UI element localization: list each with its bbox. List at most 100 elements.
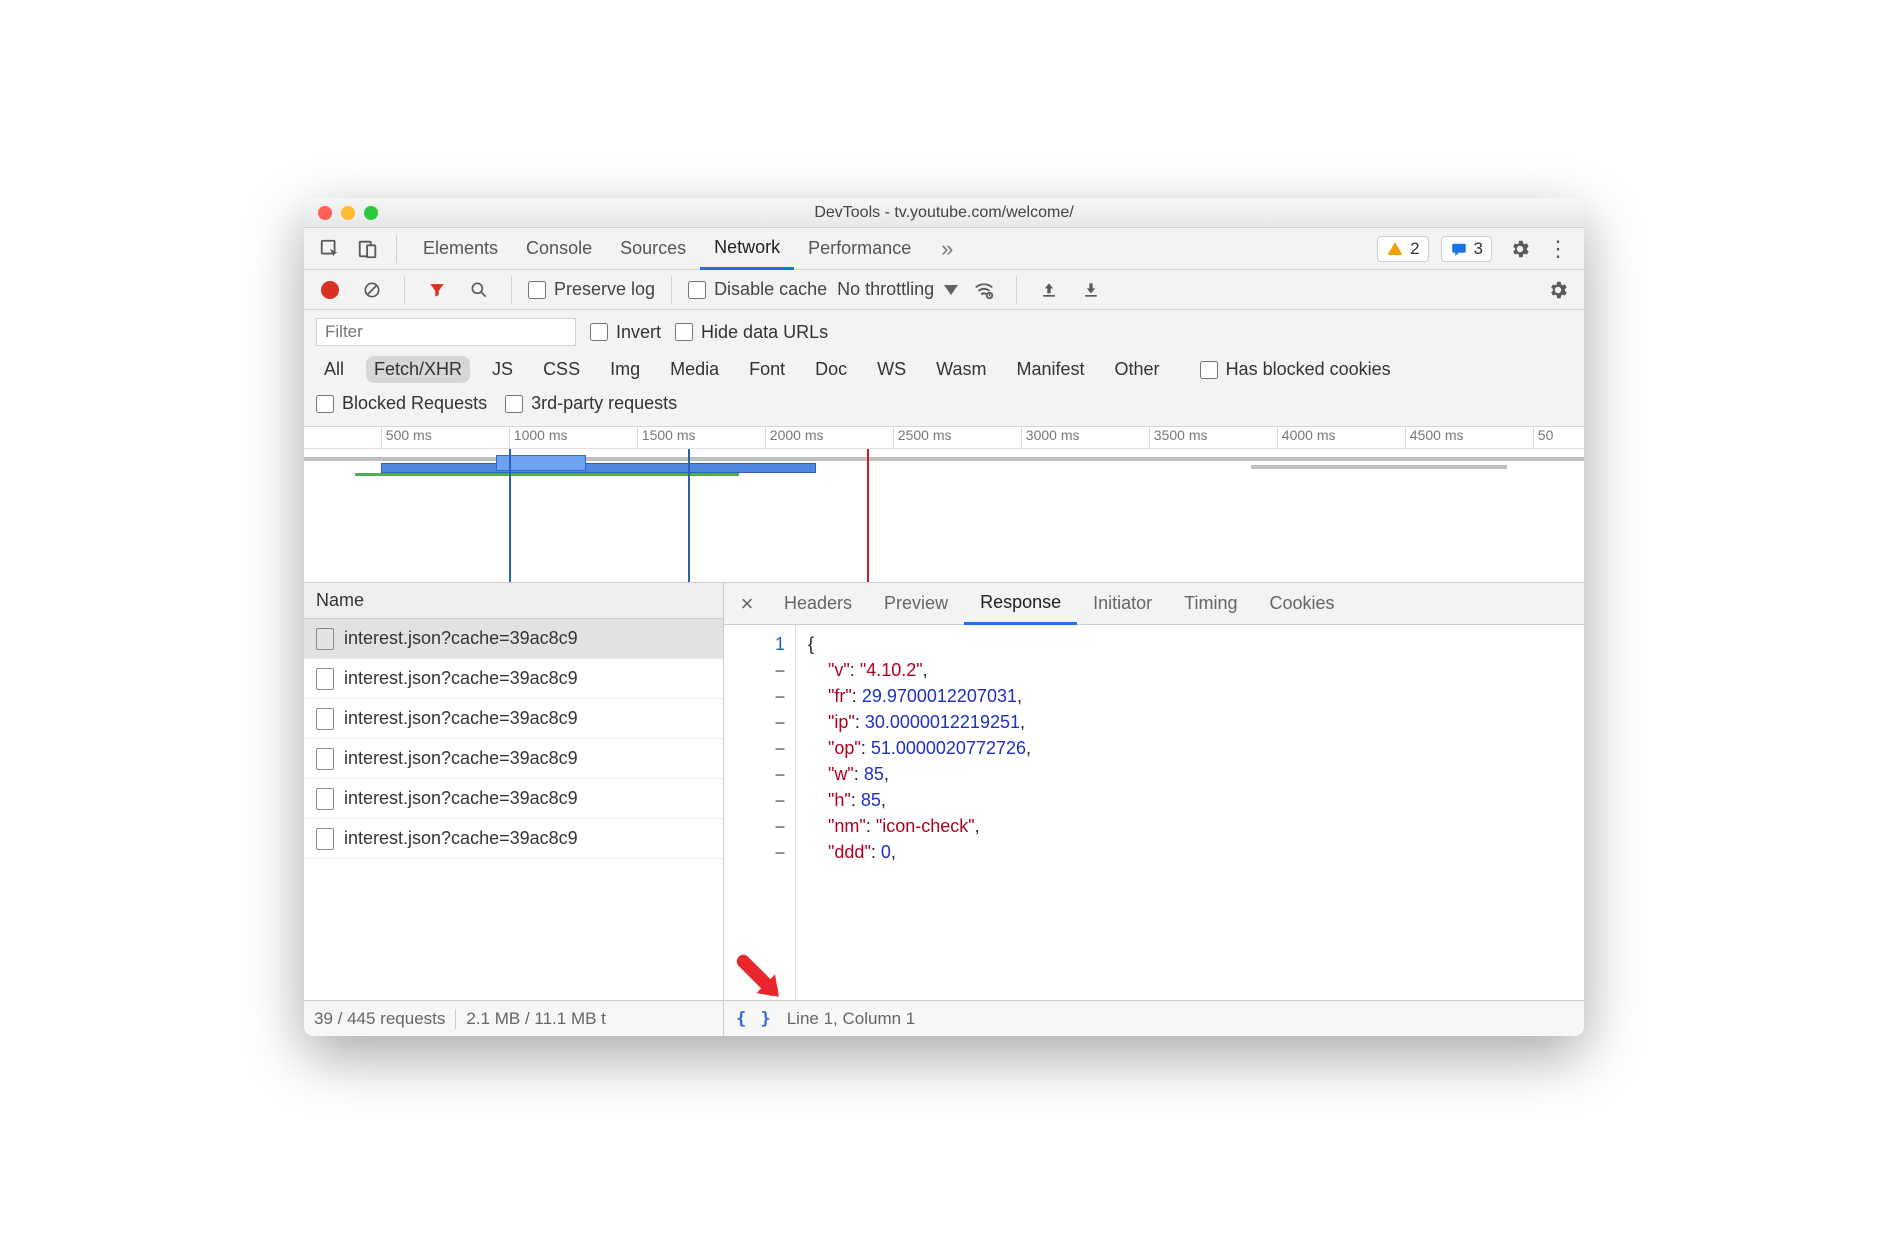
timeline-tick: 4500 ms xyxy=(1405,427,1464,449)
device-toolbar-icon[interactable] xyxy=(352,235,384,263)
kebab-menu-icon[interactable]: ⋮ xyxy=(1542,235,1574,263)
clear-log-icon[interactable] xyxy=(356,276,388,304)
code-line: "op": 51.0000020772726, xyxy=(808,735,1031,761)
filter-chip-wasm[interactable]: Wasm xyxy=(928,356,994,383)
tab-console[interactable]: Console xyxy=(512,228,606,270)
blocked-requests-checkbox[interactable]: Blocked Requests xyxy=(316,393,487,414)
filter-chip-js[interactable]: JS xyxy=(484,356,521,383)
minimize-window-button[interactable] xyxy=(341,206,355,220)
detail-tab-initiator[interactable]: Initiator xyxy=(1077,583,1168,625)
filter-chip-font[interactable]: Font xyxy=(741,356,793,383)
invert-checkbox[interactable]: Invert xyxy=(590,322,661,343)
request-name: interest.json?cache=39ac8c9 xyxy=(344,788,578,809)
request-name: interest.json?cache=39ac8c9 xyxy=(344,708,578,729)
timeline-tick: 2000 ms xyxy=(765,427,824,449)
file-icon xyxy=(316,788,334,810)
search-icon[interactable] xyxy=(463,276,495,304)
filter-chip-all[interactable]: All xyxy=(316,356,352,383)
code-line: "v": "4.10.2", xyxy=(808,657,1031,683)
network-toolbar: Preserve log Disable cache No throttling xyxy=(304,270,1584,310)
chevron-down-icon xyxy=(944,285,958,295)
titlebar: DevTools - tv.youtube.com/welcome/ xyxy=(304,198,1584,228)
response-viewer[interactable]: 1–––––––– { "v": "4.10.2", "fr": 29.9700… xyxy=(724,625,1584,1000)
timeline-tick: 2500 ms xyxy=(893,427,952,449)
filter-chip-doc[interactable]: Doc xyxy=(807,356,855,383)
filter-chip-manifest[interactable]: Manifest xyxy=(1009,356,1093,383)
more-tabs-icon[interactable]: » xyxy=(931,235,963,263)
filter-chip-img[interactable]: Img xyxy=(602,356,648,383)
timeline-tick: 3500 ms xyxy=(1149,427,1208,449)
file-icon xyxy=(316,828,334,850)
timeline-tick: 50 xyxy=(1533,427,1554,449)
detail-pane: × HeadersPreviewResponseInitiatorTimingC… xyxy=(724,583,1584,1036)
filter-chip-fetchxhr[interactable]: Fetch/XHR xyxy=(366,356,470,383)
request-row[interactable]: interest.json?cache=39ac8c9 xyxy=(304,739,723,779)
network-settings-gear-icon[interactable] xyxy=(1542,276,1574,304)
pretty-print-icon[interactable]: { } xyxy=(736,1009,773,1029)
third-party-checkbox[interactable]: 3rd-party requests xyxy=(505,393,677,414)
upload-har-icon[interactable] xyxy=(1033,276,1065,304)
network-conditions-icon[interactable] xyxy=(968,276,1000,304)
detail-tab-headers[interactable]: Headers xyxy=(768,583,868,625)
status-footer-left: 39 / 445 requests 2.1 MB / 11.1 MB t xyxy=(304,1000,723,1036)
column-header-name[interactable]: Name xyxy=(304,583,723,619)
settings-gear-icon[interactable] xyxy=(1504,235,1536,263)
tab-performance[interactable]: Performance xyxy=(794,228,925,270)
close-detail-icon[interactable]: × xyxy=(730,591,764,617)
code-line: "ip": 30.0000012219251, xyxy=(808,709,1031,735)
devtools-window: DevTools - tv.youtube.com/welcome/ Eleme… xyxy=(304,198,1584,1036)
separator xyxy=(404,276,405,304)
detail-tab-response[interactable]: Response xyxy=(964,583,1077,625)
tab-sources[interactable]: Sources xyxy=(606,228,700,270)
request-row[interactable]: interest.json?cache=39ac8c9 xyxy=(304,619,723,659)
request-row[interactable]: interest.json?cache=39ac8c9 xyxy=(304,819,723,859)
request-row[interactable]: interest.json?cache=39ac8c9 xyxy=(304,779,723,819)
code-line: "h": 85, xyxy=(808,787,1031,813)
request-count: 39 / 445 requests xyxy=(314,1009,445,1029)
timeline-overview[interactable]: 500 ms1000 ms1500 ms2000 ms2500 ms3000 m… xyxy=(304,427,1584,583)
filter-chip-ws[interactable]: WS xyxy=(869,356,914,383)
separator xyxy=(671,276,672,304)
tab-elements[interactable]: Elements xyxy=(409,228,512,270)
disable-cache-checkbox[interactable]: Disable cache xyxy=(688,279,827,300)
timeline-tick: 500 ms xyxy=(381,427,432,449)
filter-chip-other[interactable]: Other xyxy=(1107,356,1168,383)
warnings-badge[interactable]: 2 xyxy=(1377,236,1428,262)
inspect-element-icon[interactable] xyxy=(314,235,346,263)
throttling-select[interactable]: No throttling xyxy=(837,279,958,300)
hide-data-urls-checkbox[interactable]: Hide data URLs xyxy=(675,322,828,343)
timeline-tick: 4000 ms xyxy=(1277,427,1336,449)
record-button[interactable] xyxy=(314,276,346,304)
request-name: interest.json?cache=39ac8c9 xyxy=(344,668,578,689)
detail-tab-timing[interactable]: Timing xyxy=(1168,583,1253,625)
detail-tabs: × HeadersPreviewResponseInitiatorTimingC… xyxy=(724,583,1584,625)
tab-network[interactable]: Network xyxy=(700,228,794,270)
filter-chip-media[interactable]: Media xyxy=(662,356,727,383)
file-icon xyxy=(316,708,334,730)
zoom-window-button[interactable] xyxy=(364,206,378,220)
messages-count: 3 xyxy=(1474,239,1483,259)
download-har-icon[interactable] xyxy=(1075,276,1107,304)
transfer-size: 2.1 MB / 11.1 MB t xyxy=(466,1009,606,1029)
detail-tab-cookies[interactable]: Cookies xyxy=(1254,583,1351,625)
code-line: { xyxy=(808,631,1031,657)
preserve-log-checkbox[interactable]: Preserve log xyxy=(528,279,655,300)
filter-input[interactable] xyxy=(316,318,576,346)
filter-icon[interactable] xyxy=(421,276,453,304)
code-line: "ddd": 0, xyxy=(808,839,1031,865)
split-pane: Name interest.json?cache=39ac8c9 interest… xyxy=(304,583,1584,1036)
messages-badge[interactable]: 3 xyxy=(1441,236,1492,262)
request-row[interactable]: interest.json?cache=39ac8c9 xyxy=(304,659,723,699)
close-window-button[interactable] xyxy=(318,206,332,220)
has-blocked-cookies-checkbox[interactable]: Has blocked cookies xyxy=(1200,359,1391,380)
warnings-count: 2 xyxy=(1410,239,1419,259)
request-name: interest.json?cache=39ac8c9 xyxy=(344,748,578,769)
separator xyxy=(396,235,397,263)
code-line: "w": 85, xyxy=(808,761,1031,787)
request-name: interest.json?cache=39ac8c9 xyxy=(344,628,578,649)
request-row[interactable]: interest.json?cache=39ac8c9 xyxy=(304,699,723,739)
detail-tab-preview[interactable]: Preview xyxy=(868,583,964,625)
filter-row: Invert Hide data URLs All Fetch/XHR JS CSS I… xyxy=(304,310,1584,427)
cursor-position: Line 1, Column 1 xyxy=(787,1009,916,1029)
filter-chip-css[interactable]: CSS xyxy=(535,356,588,383)
